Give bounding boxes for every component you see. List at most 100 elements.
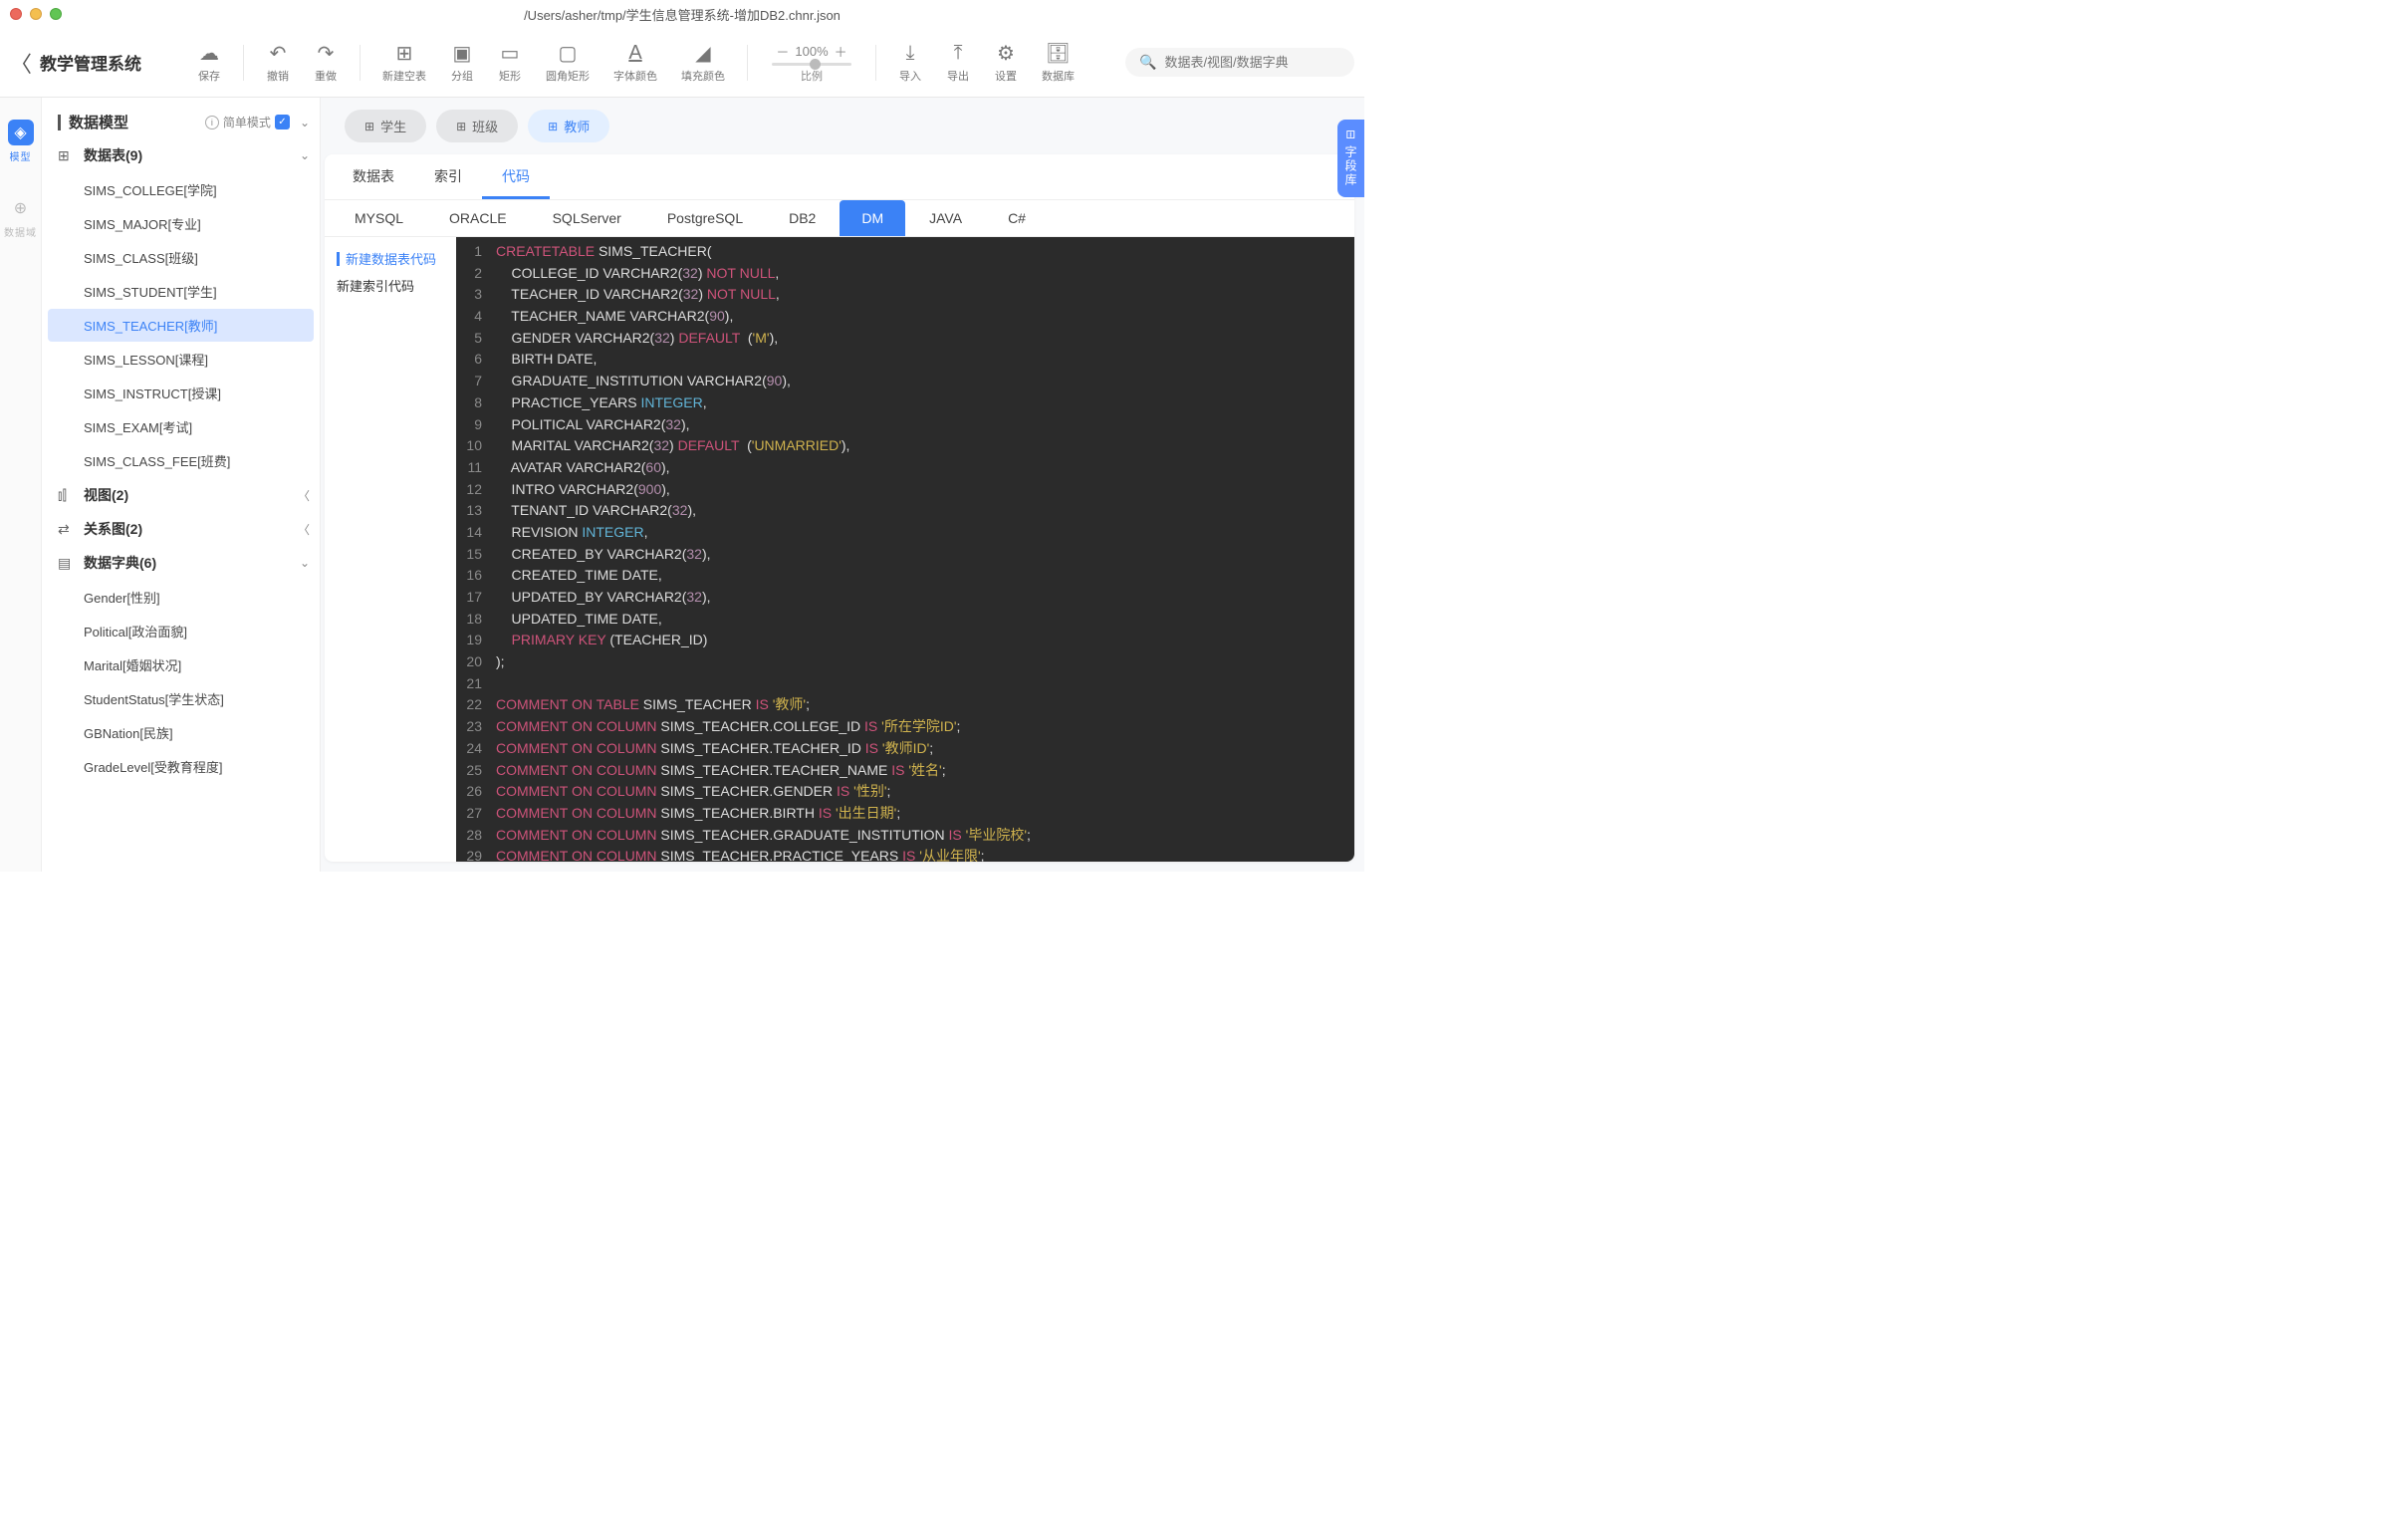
table-icon: ⊞ xyxy=(364,120,374,133)
search-box[interactable]: 🔍 xyxy=(1125,48,1354,77)
tab-code[interactable]: 代码 xyxy=(482,154,550,199)
window-title: /Users/asher/tmp/学生信息管理系统-增加DB2.chnr.jso… xyxy=(524,5,841,24)
sidebar-dict-item[interactable]: Marital[婚姻状况] xyxy=(48,648,314,681)
globe-icon: ⊕ xyxy=(8,195,34,221)
sidebar-table-item[interactable]: SIMS_INSTRUCT[授课] xyxy=(48,377,314,409)
code-editor[interactable]: 1CREATETABLE SIMS_TEACHER(2 COLLEGE_ID V… xyxy=(456,237,1354,862)
pill-class[interactable]: ⊞班级 xyxy=(436,110,518,142)
group-dicts[interactable]: ▤ 数据字典(6) ⌄ xyxy=(48,546,320,580)
settings-button[interactable]: ⚙设置 xyxy=(986,41,1026,84)
zoom-plus-icon[interactable]: ＋ xyxy=(835,42,847,61)
import-button[interactable]: ⤓导入 xyxy=(890,41,930,84)
maximize-window-button[interactable] xyxy=(50,8,62,20)
pill-teacher[interactable]: ⊞教师 xyxy=(528,110,609,142)
sidebar-table-item[interactable]: SIMS_MAJOR[专业] xyxy=(48,207,314,240)
db-tab-sqlserver[interactable]: SQLServer xyxy=(531,200,643,236)
sidebar-dict-item[interactable]: Political[政治面貌] xyxy=(48,615,314,647)
rail-domain[interactable]: ⊕ 数据域 xyxy=(0,191,41,243)
fill-color-button[interactable]: ◢填充颜色 xyxy=(673,41,733,84)
sidebar-table-item[interactable]: SIMS_TEACHER[教师] xyxy=(48,309,314,342)
library-icon: ⊟ xyxy=(1344,129,1358,141)
book-icon: ▤ xyxy=(58,555,76,572)
tab-datatable[interactable]: 数据表 xyxy=(333,154,414,199)
db-tab-db2[interactable]: DB2 xyxy=(767,200,838,236)
round-rect-button[interactable]: ▢圆角矩形 xyxy=(538,41,598,84)
sidebar-table-item[interactable]: SIMS_CLASS_FEE[班费] xyxy=(48,444,314,477)
simple-mode-toggle[interactable]: i 简单模式 ✓ ⌄ xyxy=(205,114,310,130)
close-window-button[interactable] xyxy=(10,8,22,20)
db-tab-java[interactable]: JAVA xyxy=(907,200,984,236)
round-rect-icon: ▢ xyxy=(559,41,578,65)
sidebar-table-item[interactable]: SIMS_CLASS[班级] xyxy=(48,241,314,274)
cloud-save-icon: ☁︎ xyxy=(199,41,219,65)
field-library-tab[interactable]: ⊟ 字段库 xyxy=(1337,120,1364,197)
minimize-window-button[interactable] xyxy=(30,8,42,20)
undo-icon: ↶ xyxy=(270,41,287,65)
table-icon: ⊞ xyxy=(456,120,466,133)
title-bar: /Users/asher/tmp/学生信息管理系统-增加DB2.chnr.jso… xyxy=(0,0,1364,28)
zoom-slider[interactable] xyxy=(772,63,851,66)
chevron-left-icon: 〈 xyxy=(298,487,310,504)
redo-icon: ↷ xyxy=(318,41,335,65)
group-icon: ▣ xyxy=(453,41,472,65)
gear-icon: ⚙ xyxy=(997,41,1015,65)
sidebar-table-item[interactable]: SIMS_LESSON[课程] xyxy=(48,343,314,376)
info-icon: i xyxy=(205,116,219,129)
sidebar-table-item[interactable]: SIMS_COLLEGE[学院] xyxy=(48,173,314,206)
database-icon: 🗄 xyxy=(1046,41,1071,65)
sidebar-dict-item[interactable]: StudentStatus[学生状态] xyxy=(48,682,314,715)
rect-icon: ▭ xyxy=(501,41,520,65)
chevron-down-icon: ⌄ xyxy=(300,556,310,570)
save-button[interactable]: ☁︎保存 xyxy=(189,41,229,84)
sidebar-dict-item[interactable]: GradeLevel[受教育程度] xyxy=(48,750,314,783)
sidebar-dict-item[interactable]: Gender[性别] xyxy=(48,581,314,614)
undo-button[interactable]: ↶撤销 xyxy=(258,41,298,84)
font-color-button[interactable]: A字体颜色 xyxy=(605,41,665,84)
rail-model[interactable]: ◈ 模型 xyxy=(0,116,41,167)
cube-icon: ◈ xyxy=(8,120,34,145)
export-button[interactable]: ⤒导出 xyxy=(938,41,978,84)
table-plus-icon: ⊞ xyxy=(396,41,413,65)
db-tab-c#[interactable]: C# xyxy=(986,200,1048,236)
codeside-create-index[interactable]: 新建索引代码 xyxy=(331,272,450,299)
sidebar-dict-item[interactable]: GBNation[民族] xyxy=(48,716,314,749)
back-navigation[interactable]: 〈 教学管理系统 xyxy=(10,47,179,79)
relation-icon: ⇄ xyxy=(58,521,76,538)
redo-button[interactable]: ↷重做 xyxy=(306,41,346,84)
db-tab-dm[interactable]: DM xyxy=(840,200,905,236)
group-relations[interactable]: ⇄ 关系图(2) 〈 xyxy=(48,512,320,546)
sidebar-table-item[interactable]: SIMS_EXAM[考试] xyxy=(48,410,314,443)
db-tab-mysql[interactable]: MYSQL xyxy=(333,200,425,236)
chevron-down-icon: ⌄ xyxy=(300,148,310,162)
chevron-left-icon: 〈 xyxy=(10,47,32,79)
sidebar-title: 数据模型 xyxy=(69,112,128,132)
font-color-icon: A xyxy=(628,41,641,65)
export-icon: ⤒ xyxy=(954,41,963,65)
db-tab-oracle[interactable]: ORACLE xyxy=(427,200,529,236)
search-icon: 🔍 xyxy=(1139,54,1156,71)
table-icon: ⊞ xyxy=(548,120,558,133)
group-button[interactable]: ▣分组 xyxy=(442,41,482,84)
new-table-button[interactable]: ⊞新建空表 xyxy=(374,41,434,84)
tab-index[interactable]: 索引 xyxy=(414,154,482,199)
checkbox-checked-icon: ✓ xyxy=(275,115,290,129)
db-tab-postgresql[interactable]: PostgreSQL xyxy=(645,200,765,236)
codeside-create-table[interactable]: 新建数据表代码 xyxy=(331,245,450,272)
search-input[interactable] xyxy=(1164,55,1340,70)
rect-button[interactable]: ▭矩形 xyxy=(490,41,530,84)
zoom-minus-icon[interactable]: － xyxy=(776,42,789,61)
table-icon: ⊞ xyxy=(58,147,76,164)
group-tables[interactable]: ⊞ 数据表(9) ⌄ xyxy=(48,138,320,172)
zoom-value: 100% xyxy=(795,44,828,59)
database-button[interactable]: 🗄数据库 xyxy=(1034,41,1083,84)
chevron-left-icon: 〈 xyxy=(298,521,310,538)
import-icon: ⤓ xyxy=(906,41,915,65)
module-title: 教学管理系统 xyxy=(40,50,141,75)
chart-icon: ⫾⫿ xyxy=(58,487,76,504)
pill-student[interactable]: ⊞学生 xyxy=(345,110,426,142)
fill-color-icon: ◢ xyxy=(695,41,710,65)
group-views[interactable]: ⫾⫿ 视图(2) 〈 xyxy=(48,478,320,512)
chevron-down-icon[interactable]: ⌄ xyxy=(294,116,310,129)
zoom-control[interactable]: －100%＋ 比例 xyxy=(762,42,861,84)
sidebar-table-item[interactable]: SIMS_STUDENT[学生] xyxy=(48,275,314,308)
